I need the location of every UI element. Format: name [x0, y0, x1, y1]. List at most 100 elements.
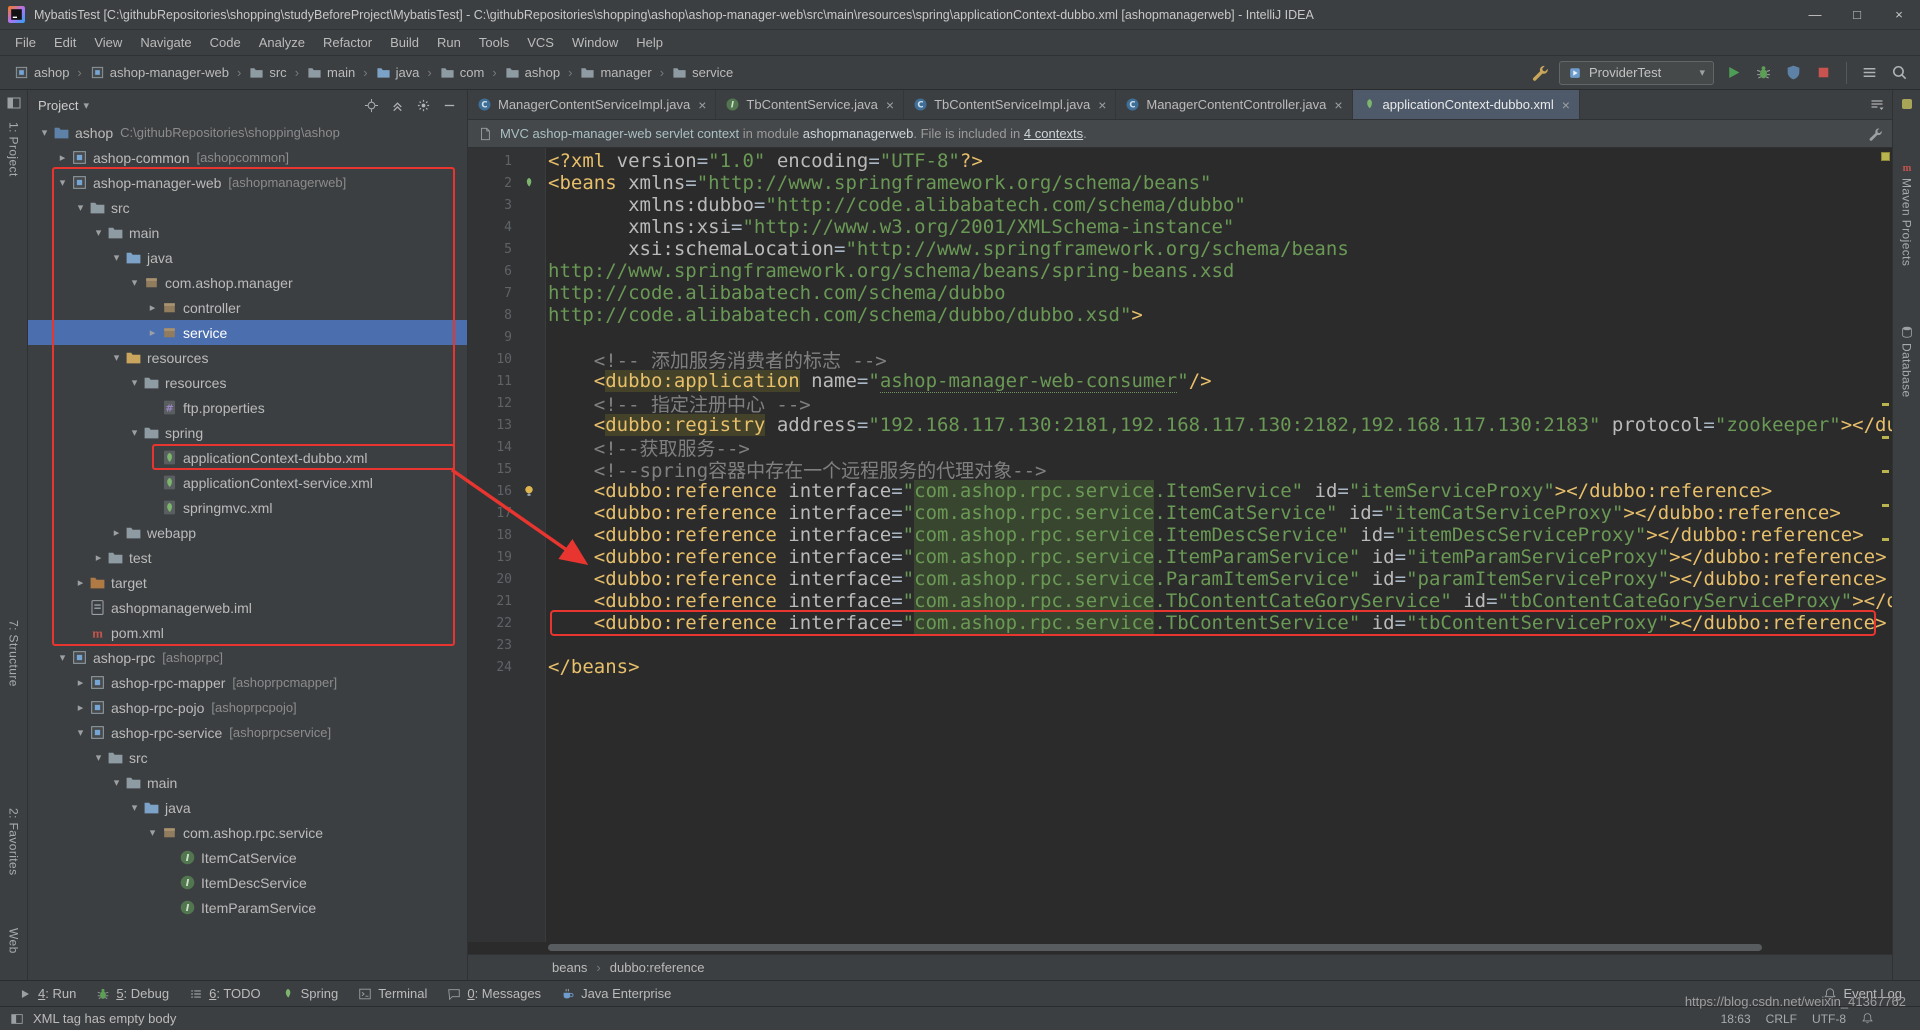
menu-edit[interactable]: Edit [45, 35, 85, 50]
menu-code[interactable]: Code [201, 35, 250, 50]
warning-stripe-mark[interactable] [1882, 470, 1889, 473]
nav-crumb-com[interactable]: com [436, 63, 489, 82]
editor-tab-ManagerContentServiceImpl.java[interactable]: C ManagerContentServiceImpl.java × [468, 90, 717, 119]
code-line-2[interactable]: 2 <beans xmlns="http://www.springframewor… [468, 172, 1892, 194]
tree-item-springmvc.xml[interactable]: springmvc.xml [28, 495, 467, 520]
code-line-18[interactable]: 18 <dubbo:reference interface="com.ashop… [468, 524, 1892, 547]
tree-toggle-expanded-icon[interactable]: ▾ [126, 426, 143, 439]
close-tab-icon[interactable]: × [1098, 97, 1106, 113]
tree-item-ashop-manager-web[interactable]: ▾ ashop-manager-web [ashopmanagerweb] [28, 170, 467, 195]
wrench-icon[interactable] [1529, 62, 1550, 83]
toolwindow-button-java-enterprise[interactable]: Java Enterprise [551, 986, 681, 1001]
tree-item-test[interactable]: ▸ test [28, 545, 467, 570]
menu-vcs[interactable]: VCS [518, 35, 563, 50]
tree-toggle-collapsed-icon[interactable]: ▸ [144, 301, 161, 314]
settings-gear-icon[interactable] [416, 98, 431, 113]
tool-window-switcher-icon[interactable] [6, 95, 22, 111]
code-line-4[interactable]: 4 xmlns:xsi="http://www.w3.org/2001/XMLS… [468, 216, 1892, 238]
tree-item-src[interactable]: ▾ src [28, 195, 467, 220]
nav-crumb-service[interactable]: service [668, 63, 737, 82]
toolwindow-button-4-run[interactable]: 4: Run [8, 986, 86, 1001]
stripe-web-button[interactable]: Web [7, 928, 21, 954]
nav-crumb-ashop[interactable]: ashop [10, 63, 73, 82]
toolwindow-button-5-debug[interactable]: 5: Debug [86, 986, 179, 1001]
collapse-all-button[interactable] [390, 98, 405, 113]
nav-crumb-manager[interactable]: manager [576, 63, 655, 82]
debug-button[interactable] [1753, 62, 1774, 83]
warning-stripe-mark[interactable] [1882, 436, 1889, 439]
stripe-favorites-button[interactable]: 2: Favorites [7, 808, 21, 876]
tree-item-src[interactable]: ▾ src [28, 745, 467, 770]
menu-navigate[interactable]: Navigate [131, 35, 200, 50]
minimize-button[interactable]: — [1794, 0, 1836, 29]
nav-crumb-main[interactable]: main [303, 63, 359, 82]
tree-toggle-expanded-icon[interactable]: ▾ [54, 176, 71, 189]
menu-run[interactable]: Run [428, 35, 470, 50]
coverage-button[interactable] [1783, 62, 1804, 83]
toolwindow-button-terminal[interactable]: Terminal [348, 986, 437, 1001]
tree-item-ashop-rpc-mapper[interactable]: ▸ ashop-rpc-mapper [ashoprpcmapper] [28, 670, 467, 695]
status-UTF-8[interactable]: UTF-8 [1812, 1012, 1846, 1026]
ant-build-icon[interactable] [1899, 96, 1915, 112]
tree-item-ItemParamService[interactable]: I ItemParamService [28, 895, 467, 920]
code-line-6[interactable]: 6 http://www.springframework.org/schema/b… [468, 260, 1892, 282]
tree-item-com.ashop.rpc.service[interactable]: ▾ com.ashop.rpc.service [28, 820, 467, 845]
tree-item-ashop-common[interactable]: ▸ ashop-common [ashopcommon] [28, 145, 467, 170]
status-CRLF[interactable]: CRLF [1766, 1012, 1797, 1026]
menu-analyze[interactable]: Analyze [250, 35, 314, 50]
locate-file-button[interactable] [364, 98, 379, 113]
menu-help[interactable]: Help [627, 35, 672, 50]
code-line-10[interactable]: 10 <!-- 添加服务消费者的标志 --> [468, 348, 1892, 372]
horizontal-scrollbar[interactable] [468, 942, 1892, 954]
error-stripe[interactable] [1879, 148, 1892, 942]
code-line-19[interactable]: 19 <dubbo:reference interface="com.ashop… [468, 546, 1892, 569]
editor-breadcrumb-beans[interactable]: beans [552, 960, 587, 975]
tree-toggle-collapsed-icon[interactable]: ▸ [72, 701, 89, 714]
tree-item-java[interactable]: ▾ java [28, 245, 467, 270]
tree-item-main[interactable]: ▾ main [28, 770, 467, 795]
editor-tab-TbContentServiceImpl.java[interactable]: C TbContentServiceImpl.java × [904, 90, 1117, 119]
toolwindow-button-event-log[interactable]: Event Log [1813, 986, 1912, 1001]
code-line-20[interactable]: 20 <dubbo:reference interface="com.ashop… [468, 568, 1892, 591]
code-line-24[interactable]: 24 </beans> [468, 656, 1892, 678]
code-editor[interactable]: 1 <?xml version="1.0" encoding="UTF-8"?> 2… [468, 148, 1892, 942]
code-line-15[interactable]: 15 <!--spring容器中存在一个远程服务的代理对象--> [468, 458, 1892, 482]
code-line-23[interactable]: 23 [468, 634, 1892, 656]
close-tab-icon[interactable]: × [1334, 97, 1342, 113]
editor-breadcrumb-dubbo:reference[interactable]: dubbo:reference [610, 960, 705, 975]
tree-toggle-expanded-icon[interactable]: ▾ [72, 201, 89, 214]
tree-toggle-expanded-icon[interactable]: ▾ [126, 276, 143, 289]
warning-stripe-mark[interactable] [1882, 403, 1889, 406]
tree-item-ashop[interactable]: ▾ ashop C:\githubRepositories\shopping\ash… [28, 120, 467, 145]
menu-view[interactable]: View [85, 35, 131, 50]
toolwindow-button-6-todo[interactable]: 6: TODO [179, 986, 271, 1001]
tree-toggle-collapsed-icon[interactable]: ▸ [72, 576, 89, 589]
warning-stripe-mark[interactable] [1882, 504, 1889, 507]
tree-item-controller[interactable]: ▸ controller [28, 295, 467, 320]
spring-gutter-icon[interactable] [518, 176, 540, 190]
menu-window[interactable]: Window [563, 35, 627, 50]
tree-item-applicationContext-dubbo.xml[interactable]: applicationContext-dubbo.xml [28, 445, 467, 470]
menu-file[interactable]: File [6, 35, 45, 50]
tree-item-target[interactable]: ▸ target [28, 570, 467, 595]
nav-crumb-ashop[interactable]: ashop [501, 63, 564, 82]
tree-item-com.ashop.manager[interactable]: ▾ com.ashop.manager [28, 270, 467, 295]
code-line-22[interactable]: 22 <dubbo:reference interface="com.ashop… [468, 610, 1892, 636]
tree-item-ftp.properties[interactable]: # ftp.properties [28, 395, 467, 420]
code-line-8[interactable]: 8 http://code.alibabatech.com/schema/dubb… [468, 304, 1892, 326]
tree-toggle-collapsed-icon[interactable]: ▸ [54, 151, 71, 164]
tree-toggle-collapsed-icon[interactable]: ▸ [72, 676, 89, 689]
nav-crumb-java[interactable]: java [372, 63, 424, 82]
tree-toggle-collapsed-icon[interactable]: ▸ [90, 551, 107, 564]
tree-toggle-expanded-icon[interactable]: ▾ [126, 801, 143, 814]
code-line-1[interactable]: 1 <?xml version="1.0" encoding="UTF-8"?> [468, 150, 1892, 172]
code-line-16[interactable]: 16 <dubbo:reference interface="com.ashop… [468, 480, 1892, 503]
tree-item-ItemCatService[interactable]: I ItemCatService [28, 845, 467, 870]
code-line-7[interactable]: 7 http://code.alibabatech.com/schema/dubb… [468, 282, 1892, 304]
tree-item-resources[interactable]: ▾ resources [28, 345, 467, 370]
status-toolwindow-icon[interactable] [10, 1012, 24, 1026]
tree-item-pom.xml[interactable]: m pom.xml [28, 620, 467, 645]
tree-toggle-expanded-icon[interactable]: ▾ [36, 126, 53, 139]
nav-crumb-src[interactable]: src [245, 63, 290, 82]
banner-contexts-link[interactable]: 4 contexts [1024, 126, 1083, 141]
